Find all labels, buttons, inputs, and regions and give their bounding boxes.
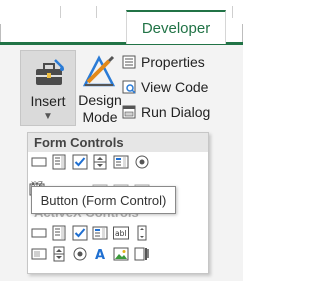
text-box-icon[interactable]: abl bbox=[113, 225, 129, 241]
list-box-icon[interactable] bbox=[92, 225, 108, 241]
command-button-icon[interactable] bbox=[31, 225, 47, 241]
toggle-button-icon[interactable] bbox=[31, 246, 47, 262]
combo-box-icon[interactable] bbox=[51, 154, 67, 170]
tab-developer[interactable]: Developer bbox=[126, 10, 226, 44]
design-mode-button[interactable]: Design Mode bbox=[78, 50, 122, 126]
spin-button-icon[interactable] bbox=[92, 154, 108, 170]
option-button-icon[interactable] bbox=[72, 246, 88, 262]
combo-box-icon[interactable] bbox=[51, 225, 67, 241]
view-code-button[interactable]: View Code bbox=[122, 77, 208, 97]
svg-text:abl: abl bbox=[115, 229, 126, 238]
run-dialog-label: Run Dialog bbox=[141, 104, 211, 120]
view-code-icon bbox=[122, 80, 136, 94]
toolbox-icon bbox=[36, 59, 64, 85]
more-controls-icon[interactable] bbox=[134, 246, 150, 262]
design-mode-label-line1: Design bbox=[78, 92, 122, 108]
image-icon[interactable] bbox=[113, 246, 129, 262]
properties-label: Properties bbox=[141, 54, 205, 70]
check-box-icon[interactable] bbox=[72, 154, 88, 170]
design-mode-icon bbox=[82, 55, 116, 87]
insert-button[interactable]: Insert ▼ bbox=[20, 50, 76, 126]
label-icon[interactable]: A bbox=[92, 246, 108, 262]
properties-icon bbox=[122, 55, 136, 69]
control-tooltip: Button (Form Control) bbox=[31, 186, 176, 214]
design-mode-label: Design Mode bbox=[76, 92, 124, 126]
design-mode-label-line2: Mode bbox=[82, 109, 118, 125]
button-icon[interactable] bbox=[31, 154, 47, 170]
option-button-icon[interactable] bbox=[134, 154, 150, 170]
svg-text:A: A bbox=[95, 248, 105, 262]
list-box-icon[interactable] bbox=[113, 154, 129, 170]
scroll-bar-icon[interactable] bbox=[134, 225, 150, 241]
check-box-icon[interactable] bbox=[72, 225, 88, 241]
insert-label: Insert bbox=[30, 93, 66, 109]
form-controls-header: Form Controls bbox=[28, 133, 208, 152]
run-dialog-button[interactable]: Run Dialog bbox=[122, 102, 210, 122]
chevron-down-icon: ▼ bbox=[43, 111, 53, 122]
properties-button[interactable]: Properties bbox=[122, 52, 205, 72]
spin-button-icon[interactable] bbox=[51, 246, 67, 262]
run-dialog-icon bbox=[122, 105, 136, 119]
view-code-label: View Code bbox=[141, 79, 209, 95]
